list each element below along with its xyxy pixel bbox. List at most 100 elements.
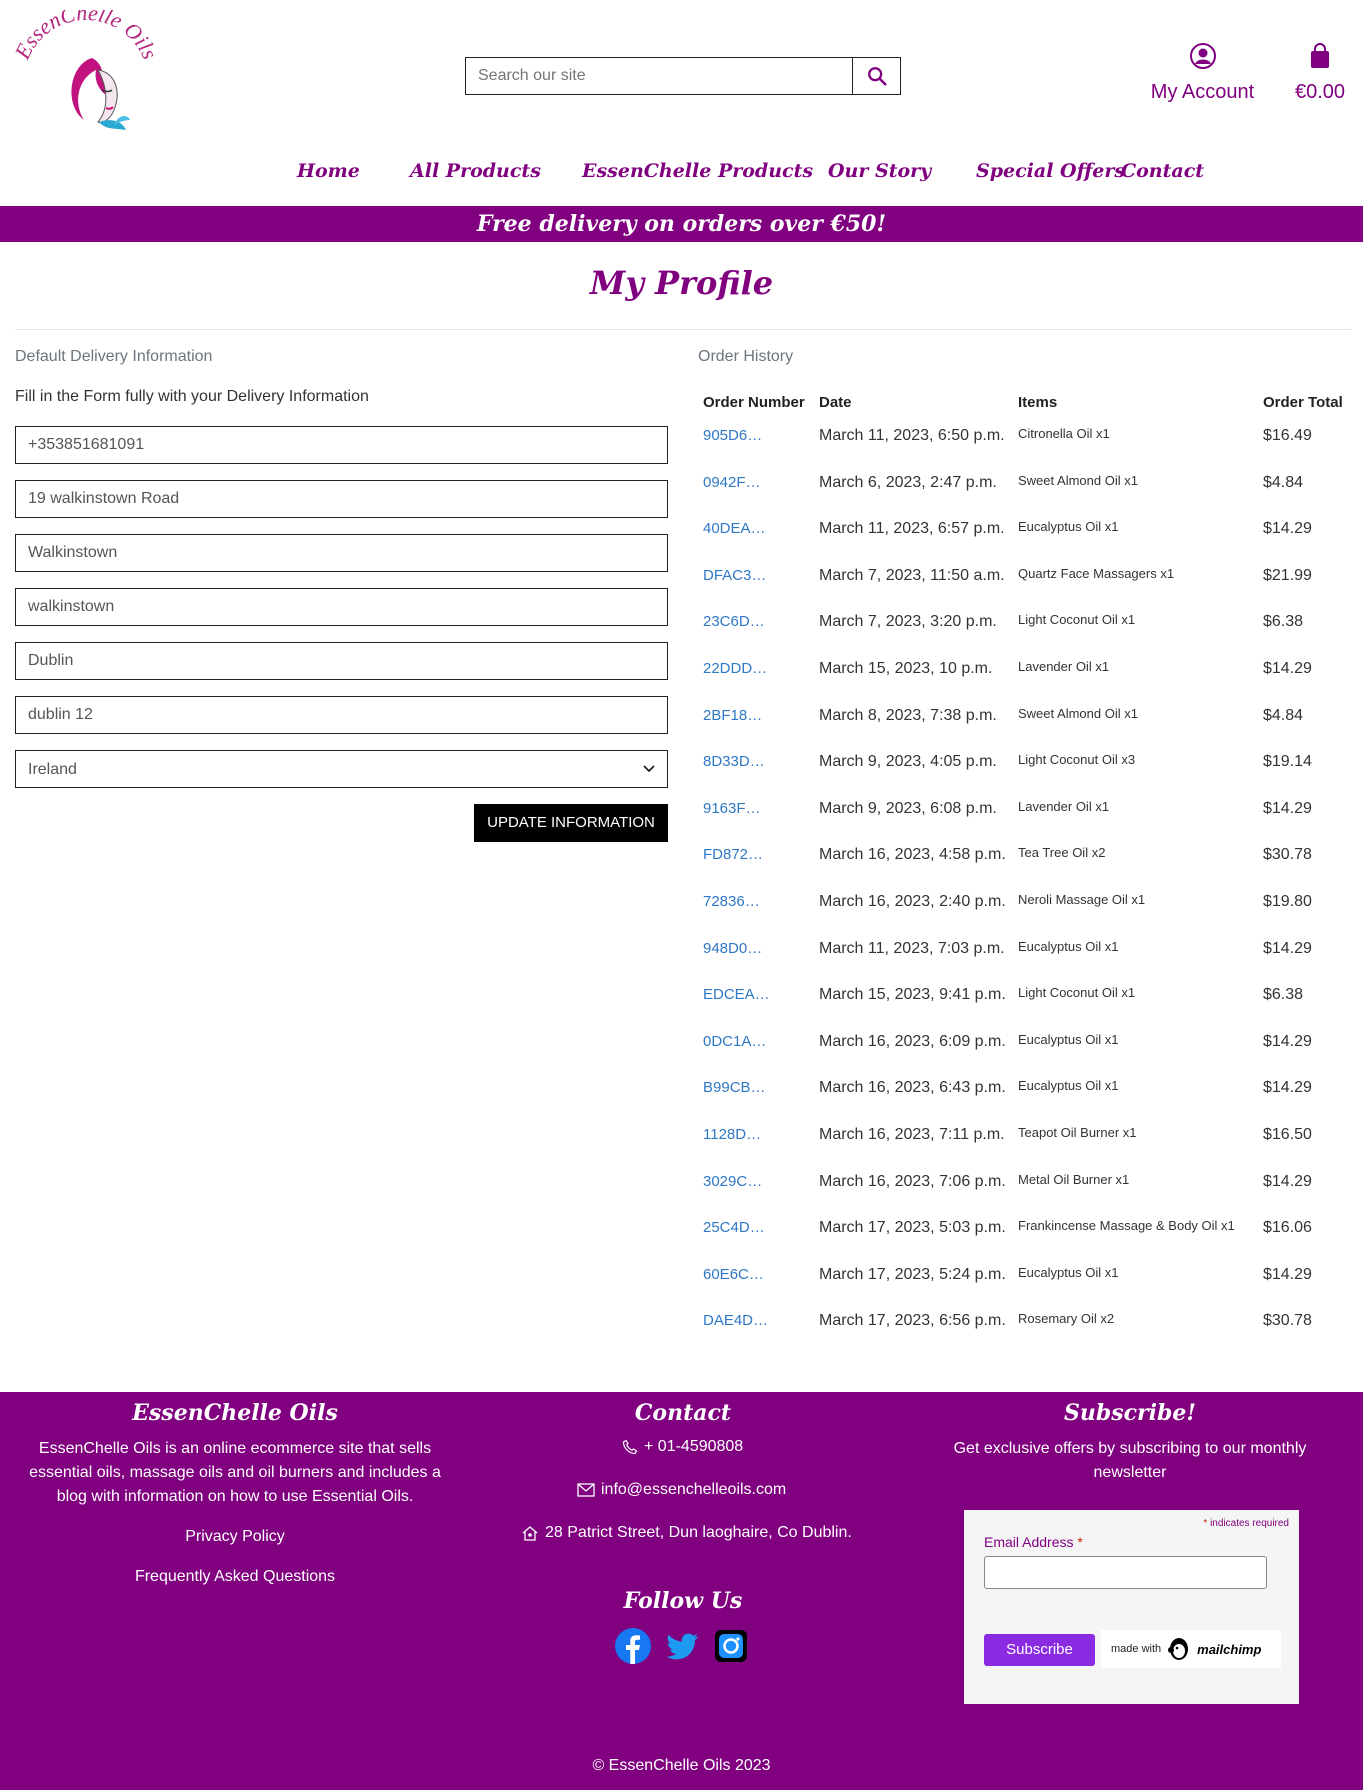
instagram-icon[interactable] — [713, 1628, 749, 1664]
order-total: $4.84 — [1263, 706, 1304, 724]
order-number-link[interactable]: DAE4D… — [703, 1312, 768, 1329]
order-number-link[interactable]: 22DDD… — [703, 660, 767, 677]
order-number-link[interactable]: 40DEA… — [703, 520, 766, 537]
faq-link[interactable]: Frequently Asked Questions — [20, 1568, 450, 1586]
nav-contact[interactable]: Contact — [1121, 160, 1204, 182]
envelope-icon — [577, 1483, 595, 1497]
header-items: Items — [1018, 394, 1058, 411]
phone-icon — [622, 1439, 638, 1455]
country-select[interactable]: Ireland — [15, 750, 668, 788]
order-number-link[interactable]: B99CB… — [703, 1079, 766, 1096]
page-title: My Profile — [589, 264, 774, 302]
order-number-link[interactable]: 905D6… — [703, 427, 762, 444]
subscribe-button[interactable]: Subscribe — [984, 1634, 1095, 1666]
search-button[interactable] — [852, 58, 900, 94]
town-field[interactable]: walkinstown — [15, 588, 668, 626]
order-total: $14.29 — [1263, 1172, 1312, 1190]
logo-image: EssenChelle Oils — [9, 0, 163, 130]
order-items: Tea Tree Oil x2 — [1018, 845, 1106, 861]
order-total: $16.49 — [1263, 427, 1312, 444]
nav-our-story[interactable]: Our Story — [828, 160, 931, 182]
update-information-button[interactable]: UPDATE INFORMATION — [474, 804, 668, 842]
order-number-link[interactable]: EDCEA… — [703, 986, 770, 1003]
order-items: Eucalyptus Oil x1 — [1018, 1031, 1119, 1047]
order-number-link[interactable]: 948D0… — [703, 940, 762, 957]
phone-field[interactable]: +353851681091 — [15, 426, 668, 464]
order-number-link[interactable]: 3029C… — [703, 1173, 762, 1190]
order-items: Citronella Oil x1 — [1018, 426, 1110, 441]
home-icon — [522, 1526, 538, 1541]
email-input[interactable] — [984, 1556, 1267, 1589]
footer-about-text: EssenChelle Oils is an online ecommerce … — [29, 1440, 441, 1505]
order-number-link[interactable]: 72836… — [703, 893, 760, 910]
nav-essenchelle-products[interactable]: EssenChelle Products — [582, 160, 813, 182]
site-footer: EssenChelle Oils EssenChelle Oils is an … — [0, 1392, 1363, 1790]
order-items: Sweet Almond Oil x1 — [1018, 472, 1138, 488]
logo[interactable]: EssenChelle Oils — [9, 0, 164, 140]
order-number-link[interactable]: 8D33D… — [703, 753, 765, 770]
order-date: March 17, 2023, 5:03 p.m. — [819, 1219, 1006, 1237]
order-number-link[interactable]: FD872… — [703, 846, 763, 863]
postcode-field[interactable]: dublin 12 — [15, 696, 668, 734]
order-items: Quartz Face Massagers x1 — [1018, 565, 1175, 581]
order-date: March 7, 2023, 3:20 p.m. — [819, 613, 997, 631]
table-row: 72836… March 16, 2023, 2:40 p.m. Neroli Ma… — [703, 885, 1353, 931]
county-field[interactable]: Dublin — [15, 642, 668, 680]
table-row: 23C6D… March 7, 2023, 3:20 p.m. Light Coco… — [703, 605, 1353, 651]
nav-all-products[interactable]: All Products — [410, 160, 541, 182]
table-row: 2BF18… March 8, 2023, 7:38 p.m. Sweet Almo… — [703, 699, 1353, 745]
subscribe-text: Get exclusive offers by subscribing to o… — [953, 1440, 1307, 1481]
order-items: Light Coconut Oil x1 — [1018, 612, 1136, 628]
order-date: March 16, 2023, 2:40 p.m. — [819, 893, 1006, 910]
order-number-link[interactable]: DFAC3… — [703, 567, 766, 584]
mailchimp-icon — [1168, 1638, 1189, 1660]
chevron-down-icon — [643, 765, 655, 773]
cart-link[interactable]: €0.00 — [1290, 42, 1350, 104]
order-date: March 16, 2023, 7:11 p.m. — [819, 1126, 1005, 1143]
table-row: 0942F… March 6, 2023, 2:47 p.m. Sweet Almo… — [703, 466, 1353, 512]
table-row: 0DC1A… March 16, 2023, 6:09 p.m. Eucalyptu… — [703, 1025, 1353, 1071]
table-row: DFAC3… March 7, 2023, 11:50 a.m. Quartz Fa… — [703, 559, 1353, 605]
table-row: 8D33D… March 9, 2023, 4:05 p.m. Light Coco… — [703, 745, 1353, 791]
copyright: © EssenChelle Oils 2023 — [592, 1757, 771, 1774]
order-number-link[interactable]: 1128D… — [703, 1126, 761, 1143]
street-address-2-field[interactable]: Walkinstown — [15, 534, 668, 572]
order-total: $16.50 — [1263, 1126, 1312, 1143]
table-row: 60E6C… March 17, 2023, 5:24 p.m. Eucalyptu… — [703, 1258, 1353, 1304]
order-number-link[interactable]: 2BF18… — [703, 707, 762, 724]
nav-special-offers[interactable]: Special Offers — [976, 160, 1125, 182]
order-total: $14.29 — [1263, 660, 1312, 677]
order-items: Rosemary Oil x2 — [1018, 1311, 1115, 1327]
order-number-link[interactable]: 0942F… — [703, 474, 761, 491]
order-date: March 17, 2023, 5:24 p.m. — [819, 1265, 1006, 1283]
contact-phone: + 01-4590808 — [622, 1438, 743, 1456]
order-date: March 8, 2023, 7:38 p.m. — [819, 706, 997, 724]
table-row: 22DDD… March 15, 2023, 10 p.m. Lavender Oi… — [703, 652, 1353, 698]
order-total: $14.29 — [1263, 1265, 1312, 1283]
order-date: March 16, 2023, 6:09 p.m. — [819, 1032, 1006, 1050]
order-number-link[interactable]: 0DC1A… — [703, 1033, 766, 1050]
contact-phone-text: + 01-4590808 — [644, 1438, 744, 1455]
street-address-1-field[interactable]: 19 walkinstown Road — [15, 480, 668, 518]
social-links — [615, 1628, 749, 1664]
order-date: March 6, 2023, 2:47 p.m. — [819, 473, 997, 491]
order-number-link[interactable]: 25C4D… — [703, 1219, 765, 1236]
twitter-icon[interactable] — [664, 1628, 700, 1664]
facebook-icon[interactable] — [615, 1628, 651, 1664]
order-total: $14.29 — [1263, 939, 1312, 957]
order-items: Lavender Oil x1 — [1018, 798, 1110, 814]
order-number-link[interactable]: 23C6D… — [703, 613, 765, 630]
order-total: $6.38 — [1263, 986, 1304, 1004]
footer-contact-title: Contact — [634, 1400, 732, 1426]
my-account-label: My Account — [1150, 81, 1255, 103]
search-input[interactable] — [466, 58, 852, 94]
mailchimp-text: mailchimp — [1197, 1641, 1262, 1657]
contact-email[interactable]: info@essenchelleoils.com — [577, 1481, 786, 1499]
privacy-policy-link[interactable]: Privacy Policy — [20, 1528, 450, 1546]
mailchimp-badge[interactable]: made with mailchimp — [1101, 1630, 1281, 1668]
my-account-link[interactable]: My Account — [1145, 42, 1260, 104]
order-number-link[interactable]: 9163F… — [703, 800, 761, 817]
nav-home[interactable]: Home — [297, 160, 360, 182]
order-number-link[interactable]: 60E6C… — [703, 1266, 764, 1283]
cart-total: €0.00 — [1294, 81, 1346, 103]
